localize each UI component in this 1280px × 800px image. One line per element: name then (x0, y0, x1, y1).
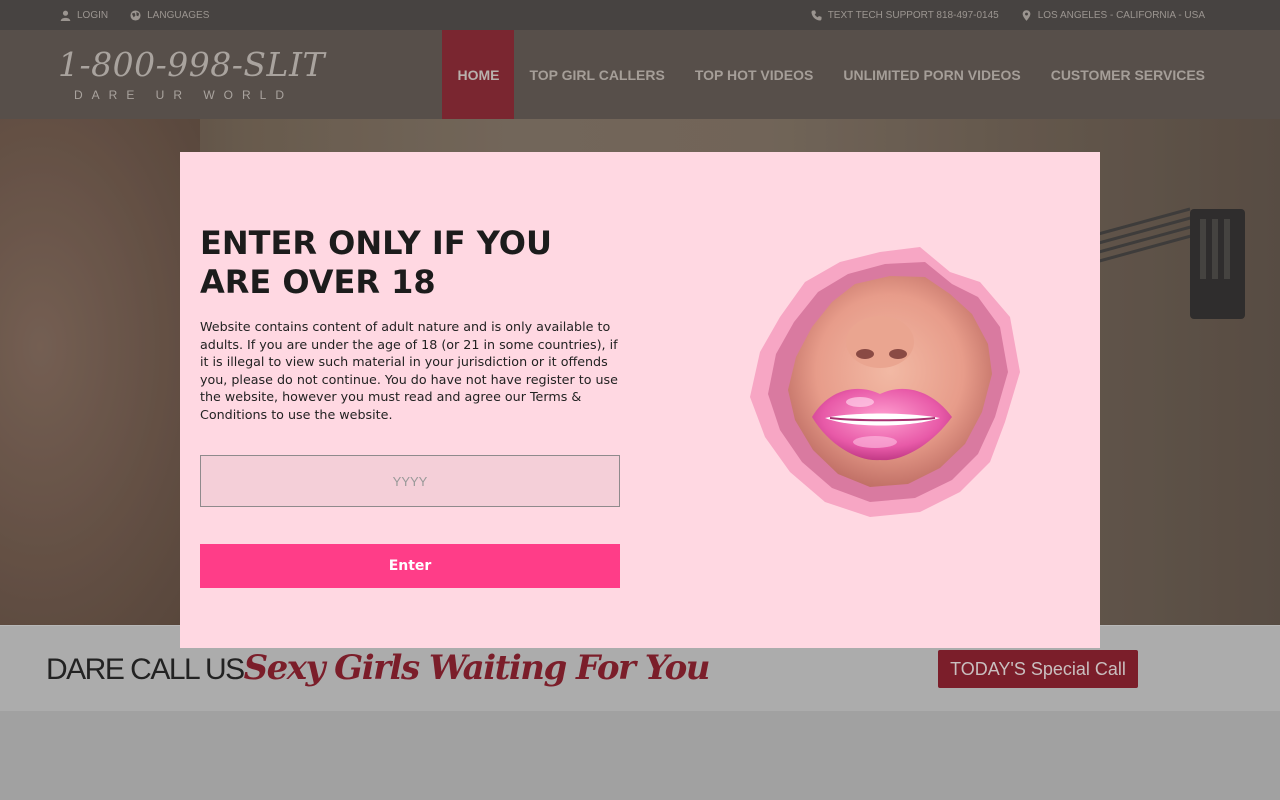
age-gate-form: ENTER ONLY IF YOU ARE OVER 18 Website co… (200, 152, 620, 648)
special-call-button[interactable]: TODAY'S Special Call (938, 650, 1138, 688)
nav-top-hot-videos[interactable]: TOP HOT VIDEOS (680, 30, 829, 119)
age-gate-title: ENTER ONLY IF YOU ARE OVER 18 (200, 224, 552, 301)
torn-paper-lips-image (750, 247, 1020, 517)
login-link[interactable]: LOGIN (60, 10, 108, 21)
birth-year-input[interactable] (200, 455, 620, 507)
logo-tagline: DARE UR WORLD (74, 88, 294, 102)
languages-label: LANGUAGES (147, 9, 210, 21)
nav-home[interactable]: HOME (442, 30, 515, 119)
map-marker-icon (1022, 9, 1031, 21)
cta-script-text: Sexy Girls Waiting For You (243, 648, 711, 688)
login-label: LOGIN (77, 9, 109, 21)
globe-icon (130, 9, 141, 21)
user-icon (60, 10, 71, 21)
nav-top-girl-callers[interactable]: TOP GIRL CALLERS (514, 30, 679, 119)
cta-plain-text: DARE CALL US (46, 653, 245, 686)
lower-section (0, 711, 1280, 800)
nav-unlimited-porn-videos[interactable]: UNLIMITED PORN VIDEOS (828, 30, 1035, 119)
logo-phone: 1-800-998-SLIT (58, 45, 325, 84)
nav-customer-services[interactable]: CUSTOMER SERVICES (1036, 30, 1220, 119)
phone-icon (811, 9, 822, 21)
languages-link[interactable]: LANGUAGES (130, 10, 209, 21)
cta-headline: DARE CALL US Sexy Girls Waiting For You (46, 648, 711, 688)
location-info: LOS ANGELES - CALIFORNIA - USA (1021, 10, 1205, 21)
main-nav: HOME TOP GIRL CALLERS TOP HOT VIDEOS UNL… (442, 30, 1220, 119)
age-gate-description: Website contains content of adult nature… (200, 319, 618, 422)
site-header: 1-800-998-SLIT DARE UR WORLD HOME TOP GI… (0, 30, 1280, 119)
site-logo[interactable]: 1-800-998-SLIT DARE UR WORLD (58, 45, 325, 102)
hero-photo-left (0, 119, 200, 625)
support-info: TEXT TECH SUPPORT 818-497-0145 (811, 10, 999, 21)
enter-button[interactable]: Enter (200, 544, 620, 588)
location-text: LOS ANGELES - CALIFORNIA - USA (1037, 9, 1205, 21)
support-text: TEXT TECH SUPPORT 818-497-0145 (827, 9, 999, 21)
top-bar: LOGIN LANGUAGES TEXT TECH SUPPORT 818-49… (0, 0, 1280, 30)
age-gate-modal: ENTER ONLY IF YOU ARE OVER 18 Website co… (180, 152, 1100, 648)
